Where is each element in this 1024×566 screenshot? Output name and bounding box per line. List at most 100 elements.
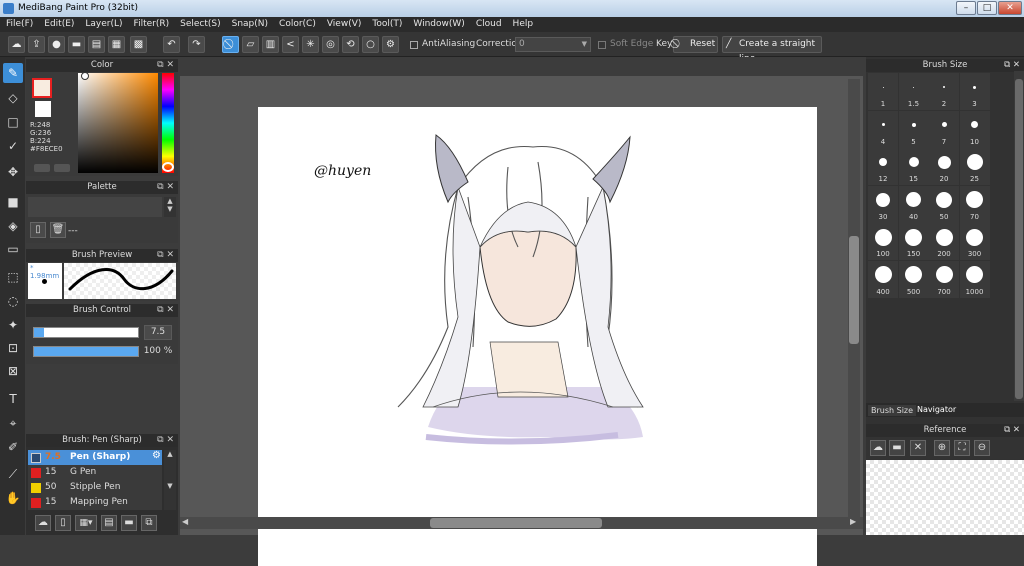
antialiasing-checkbox[interactable] [410, 41, 418, 49]
chat-icon[interactable]: ▬ [68, 36, 85, 53]
brush-item[interactable]: 7.5 Pen (Sharp) [28, 450, 158, 465]
menu-layer[interactable]: Layer(L) [79, 17, 127, 29]
brush-size-preset[interactable]: 20 [929, 148, 959, 185]
menu-edit[interactable]: Edit(E) [38, 17, 79, 29]
settings-snap-icon[interactable]: ⚙ [382, 36, 399, 53]
soft-edge-checkbox[interactable] [598, 41, 606, 49]
menu-filter[interactable]: Filter(R) [128, 17, 175, 29]
bucket-tool-icon[interactable]: ◈ [3, 216, 23, 236]
close-reference-icon[interactable]: ✕ [910, 440, 926, 456]
brush-size-preset[interactable]: 5 [898, 110, 929, 148]
menu-window[interactable]: Window(W) [407, 17, 469, 29]
add-brush-menu-icon[interactable]: ▦▾ [75, 515, 97, 531]
brush-tool-icon[interactable]: ✎ [3, 63, 23, 83]
brush-size-preset[interactable]: 200 [929, 223, 959, 260]
brush-size-preset[interactable]: 1 [868, 73, 898, 110]
circle-snap-icon[interactable]: ○ [362, 36, 379, 53]
cloud-brush-icon[interactable]: ☁ [35, 515, 51, 531]
palette-scrollbar[interactable]: ▲ ▼ [164, 197, 176, 217]
brush-size-preset[interactable]: 40 [898, 185, 929, 223]
select-eraser-icon[interactable]: ⊠ [3, 361, 23, 381]
curve-snap-icon[interactable]: ⟲ [342, 36, 359, 53]
brush-opacity-slider[interactable] [33, 346, 139, 357]
reset-button[interactable]: ⃠ Reset [673, 36, 718, 53]
menu-file[interactable]: File(F) [0, 17, 38, 29]
brush-size-preset[interactable]: 150 [898, 223, 929, 260]
document-icon[interactable]: ▤ [88, 36, 105, 53]
brush-size-preset[interactable]: 4 [868, 110, 898, 148]
vanishing-point-icon[interactable]: < [282, 36, 299, 53]
brush-size-scroll-thumb[interactable] [1015, 79, 1023, 399]
brush-size-preset[interactable]: 12 [868, 148, 898, 185]
zoom-out-icon[interactable]: ⊖ [974, 440, 990, 456]
move-tool-icon[interactable]: ✥ [3, 162, 23, 182]
brush-size-preset[interactable]: 70 [959, 185, 990, 223]
brush-size-preset[interactable]: 7 [929, 110, 959, 148]
fit-screen-icon[interactable]: ⛶ [954, 440, 970, 456]
palette-swatch-area[interactable] [28, 197, 162, 217]
hue-slider[interactable] [162, 73, 174, 173]
eyedropper-icon[interactable]: ⟋ [3, 464, 23, 484]
color-option-button-2[interactable] [54, 164, 70, 172]
close-window-button[interactable]: ✕ [998, 1, 1022, 15]
horizontal-scroll-thumb[interactable] [430, 518, 602, 528]
folder-icon[interactable]: ▬ [121, 515, 137, 531]
color-option-button[interactable] [34, 164, 50, 172]
brush-size-preset[interactable]: 300 [959, 223, 990, 260]
scroll-left-icon[interactable]: ◀ [182, 517, 188, 526]
brush-size-preset[interactable]: 1.5 [898, 73, 929, 110]
brush-size-preset[interactable]: 15 [898, 148, 929, 185]
drawing-canvas[interactable]: @huyen [258, 107, 817, 566]
color-picker-cursor[interactable] [81, 72, 89, 80]
brush-size-preset[interactable]: 100 [868, 223, 898, 260]
brush-size-preset[interactable]: 3 [959, 73, 990, 110]
brush-size-preset[interactable]: 2 [929, 73, 959, 110]
tab-brush-size[interactable]: Brush Size [868, 405, 917, 416]
brush-doc-icon[interactable]: ▤ [101, 515, 117, 531]
brush-size-preset[interactable]: 400 [868, 260, 898, 298]
vertical-scroll-thumb[interactable] [849, 236, 859, 344]
menu-view[interactable]: View(V) [321, 17, 367, 29]
correction-select[interactable]: 0 ▼ [515, 37, 591, 52]
primary-color-swatch[interactable] [32, 78, 52, 98]
operation-tool-icon[interactable]: ⌖ [3, 413, 23, 433]
open-folder-icon[interactable]: ▬ [889, 440, 905, 456]
brush-size-preset[interactable]: 700 [929, 260, 959, 298]
redo-icon[interactable]: ↷ [188, 36, 205, 53]
cross-snap-icon[interactable]: ▥ [262, 36, 279, 53]
brush-size-slider[interactable] [33, 327, 139, 338]
select-pen-icon[interactable]: ✓ [3, 136, 23, 156]
select-pen-tool-icon[interactable]: ⊡ [3, 338, 23, 358]
brush-item[interactable]: 15 Mapping Pen [28, 495, 158, 510]
minimize-button[interactable]: – [956, 1, 976, 15]
vertical-scrollbar[interactable] [848, 79, 860, 519]
select-rect-icon[interactable]: ⬚ [3, 267, 23, 287]
brush-size-preset[interactable]: 500 [898, 260, 929, 298]
new-brush-icon[interactable]: ▯ [55, 515, 71, 531]
upload-icon[interactable]: ⇪ [28, 36, 45, 53]
concentric-snap-icon[interactable]: ◎ [322, 36, 339, 53]
panel-controls-icon[interactable]: ⧉ ✕ [157, 249, 174, 262]
cloud-reference-icon[interactable]: ☁ [870, 440, 886, 456]
dot-tool-icon[interactable]: □ [3, 112, 23, 132]
brush-item[interactable]: 15 G Pen [28, 465, 158, 480]
panel-controls-icon[interactable]: ⧉ ✕ [157, 304, 174, 317]
zoom-in-icon[interactable]: ⊕ [934, 440, 950, 456]
canvas-area[interactable]: @huyen [180, 57, 863, 566]
brush-size-preset[interactable]: 50 [929, 185, 959, 223]
divide-tool-icon[interactable]: ✐ [3, 437, 23, 457]
grid-layout-icon[interactable]: ▦ [108, 36, 125, 53]
menu-tool[interactable]: Tool(T) [366, 17, 407, 29]
brush-size-scrollbar[interactable] [1014, 71, 1024, 401]
new-palette-icon[interactable]: ▯ [30, 222, 46, 238]
hand-tool-icon[interactable]: ✋ [3, 488, 23, 508]
horizontal-scrollbar[interactable]: ◀ ▶ [180, 517, 863, 529]
reference-view[interactable] [866, 460, 1024, 535]
menu-color[interactable]: Color(C) [273, 17, 321, 29]
copy-brush-icon[interactable]: ⧉ [141, 515, 157, 531]
maximize-button[interactable]: □ [977, 1, 997, 15]
panel-controls-icon[interactable]: ⧉ ✕ [1004, 424, 1020, 437]
brush-size-preset[interactable]: 1000 [959, 260, 990, 298]
comment-icon[interactable]: ● [48, 36, 65, 53]
panel-controls-icon[interactable]: ⧉ ✕ [157, 181, 174, 194]
